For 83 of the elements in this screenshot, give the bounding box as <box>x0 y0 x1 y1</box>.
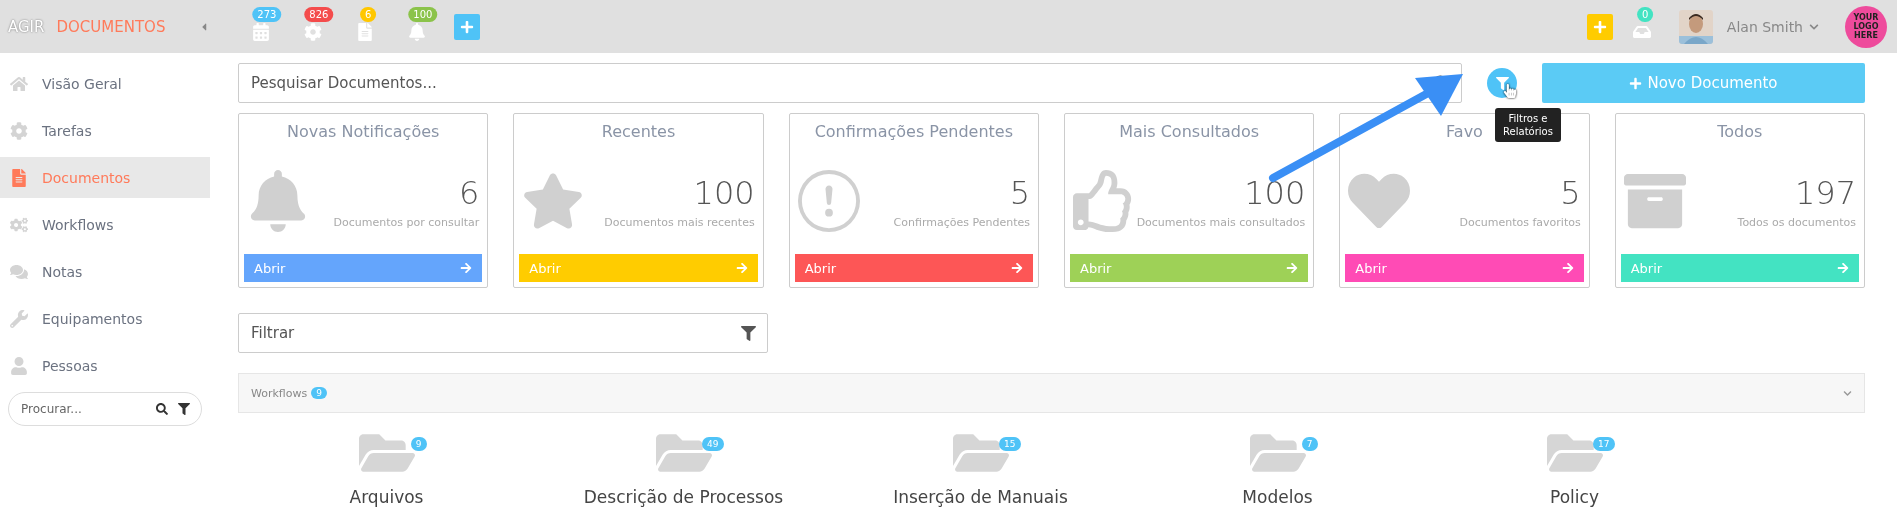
filter-field[interactable]: Filtrar <box>238 313 768 353</box>
logo: YOUR LOGO HERE <box>1845 5 1887 48</box>
card-count: 100 <box>1244 173 1306 212</box>
card-caption: Documentos favoritos <box>1459 215 1581 229</box>
folder-label[interactable]: Arquivos <box>349 487 424 507</box>
count-badge: 273 <box>252 6 282 22</box>
count-badge: 0 <box>1636 6 1654 22</box>
card-title: Recentes <box>601 122 676 141</box>
gears-icon <box>10 215 28 234</box>
sidebar-item[interactable]: Notas <box>0 251 210 292</box>
sidebar-item[interactable]: Pessoas <box>0 345 210 386</box>
count-badge: 15 <box>999 437 1021 451</box>
gear-icon <box>10 121 28 140</box>
filter-button[interactable] <box>1487 68 1517 98</box>
card-caption: Documentos por consultar <box>333 215 480 229</box>
filter-icon[interactable] <box>178 403 190 415</box>
plus-icon <box>1592 19 1607 34</box>
sidebar-item[interactable]: Workflows <box>0 204 210 245</box>
card-count: 197 <box>1794 173 1856 212</box>
folder-label[interactable]: Descrição de Processos <box>583 487 784 507</box>
chat-icon <box>10 262 28 281</box>
panel-title: Workflows <box>251 386 308 400</box>
card-count: 6 <box>458 173 480 212</box>
search-field[interactable]: Pesquisar Documentos... <box>238 63 1462 103</box>
sidebar-item[interactable]: Tarefas <box>0 110 210 151</box>
folder-label[interactable]: Inserção de Manuais <box>893 487 1068 507</box>
count-badge: 9 <box>410 437 427 451</box>
plus-icon <box>1629 76 1643 90</box>
card-caption: Confirmações Pendentes <box>893 215 1030 229</box>
arrow-right-icon <box>735 262 748 274</box>
plus-icon <box>460 19 474 34</box>
count-badge: 7 <box>1301 437 1318 451</box>
count-badge: 49 <box>702 437 724 451</box>
filter-icon <box>1495 76 1509 90</box>
hand-pointer-icon <box>1503 84 1517 98</box>
search-icon[interactable] <box>156 403 168 415</box>
card-count: 100 <box>693 173 755 212</box>
calendar-icon[interactable] <box>252 22 270 41</box>
arrow-right-icon <box>1837 262 1849 274</box>
open-button[interactable]: Abrir <box>1345 254 1584 282</box>
count-badge: 6 <box>360 6 377 22</box>
card-count: 5 <box>1560 173 1581 212</box>
person-icon <box>10 356 28 375</box>
card-title: Favo <box>1446 122 1483 141</box>
folder-label[interactable]: Modelos <box>1242 487 1313 507</box>
count-badge: 100 <box>408 6 438 22</box>
add-button[interactable] <box>1586 13 1613 40</box>
arrow-right-icon <box>1011 262 1023 274</box>
card-title: Confirmações Pendentes <box>814 122 1013 141</box>
arrow-right-icon <box>460 262 473 274</box>
tooltip: Filtros e Relatórios <box>1495 108 1561 142</box>
count-badge: 826 <box>304 6 334 22</box>
count-badge: 17 <box>1593 437 1615 451</box>
arrow-right-icon <box>1561 262 1574 274</box>
home-icon <box>10 74 28 93</box>
chevron-down-icon <box>1809 21 1819 32</box>
card-caption: Todos os documentos <box>1737 215 1856 229</box>
wrench-icon <box>10 309 28 328</box>
card-title: Mais Consultados <box>1119 122 1260 141</box>
add-button[interactable] <box>454 13 480 40</box>
user-menu[interactable]: Alan Smith <box>1726 18 1819 35</box>
workflows-panel[interactable]: Workflows 9 <box>238 373 1865 413</box>
card-title: Novas Notificações <box>286 122 440 141</box>
search-field[interactable]: Procurar... <box>8 392 202 426</box>
gear-icon[interactable] <box>304 22 322 41</box>
sidebar-item[interactable]: Visão Geral <box>0 63 210 104</box>
bell-icon[interactable] <box>408 22 426 41</box>
card-title: Todos <box>1717 122 1763 141</box>
sidebar-item[interactable]: Equipamentos <box>0 298 210 339</box>
card-caption: Documentos mais consultados <box>1136 215 1306 229</box>
open-button[interactable]: Abrir <box>244 254 483 282</box>
count-badge: 9 <box>311 387 327 399</box>
card-caption: Documentos mais recentes <box>604 215 755 229</box>
caret-icon[interactable] <box>1843 388 1852 398</box>
folder-label[interactable]: Policy <box>1550 487 1599 507</box>
document-icon <box>10 168 28 187</box>
card-count: 5 <box>1009 173 1030 212</box>
exclamation-icon <box>797 170 860 232</box>
arrow-right-icon <box>1286 262 1299 274</box>
document-icon[interactable] <box>356 22 374 41</box>
brand-name: DOCUMENTOS <box>56 17 166 36</box>
filter-icon[interactable] <box>741 325 756 341</box>
open-button[interactable]: Abrir <box>794 254 1033 282</box>
